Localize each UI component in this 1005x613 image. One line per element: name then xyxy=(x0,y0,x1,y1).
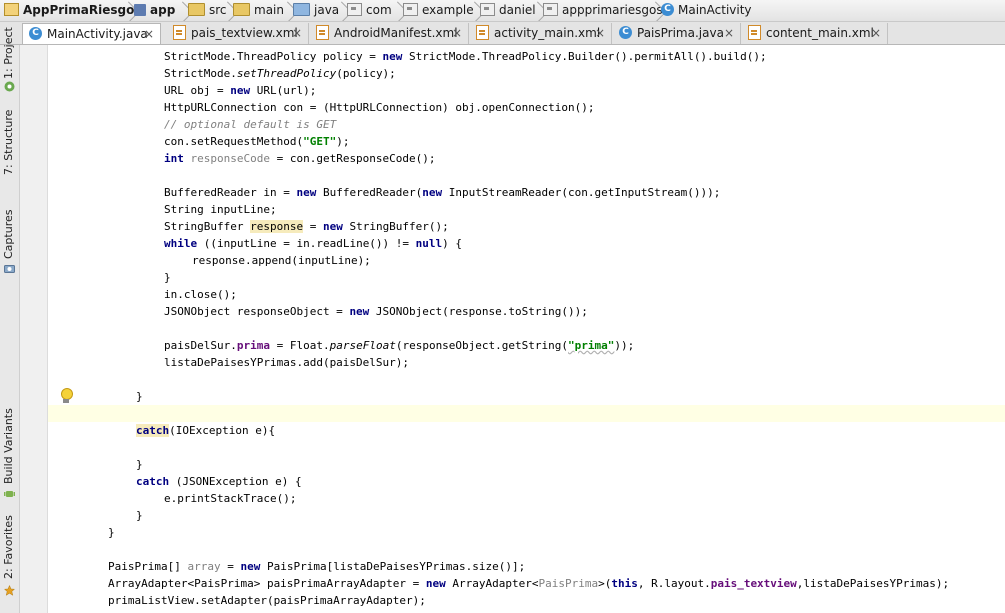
code-line: response.append(inputLine); xyxy=(192,254,371,267)
camera-icon xyxy=(4,265,15,273)
code-line: StringBuffer response = new StringBuffer… xyxy=(164,220,449,233)
code-line: BufferedReader in = new BufferedReader(n… xyxy=(164,186,721,199)
package-icon xyxy=(403,3,418,16)
class-icon: C xyxy=(619,26,632,39)
project-icon xyxy=(4,3,19,16)
close-icon[interactable]: × xyxy=(724,23,734,43)
code-line: } xyxy=(164,271,171,284)
chevron-right-icon xyxy=(651,0,661,21)
tab-label: content_main.xml xyxy=(766,26,874,40)
package-icon xyxy=(347,3,362,16)
tab-pais-textview-xml[interactable]: pais_textview.xml × xyxy=(167,23,309,44)
tab-androidmanifest-xml[interactable]: AndroidManifest.xml × xyxy=(310,23,469,44)
lightbulb-icon[interactable] xyxy=(59,388,73,404)
tab-mainactivity-java[interactable]: C MainActivity.java × xyxy=(22,23,161,44)
tab-label: MainActivity.java xyxy=(47,27,148,41)
line-gutter xyxy=(20,45,48,613)
tab-content-main-xml[interactable]: content_main.xml × xyxy=(742,23,888,44)
tab-label: activity_main.xml xyxy=(494,26,601,40)
editor-tab-bar: C MainActivity.java × pais_textview.xml ×… xyxy=(0,22,1005,45)
code-line: while ((inputLine = in.readLine()) != nu… xyxy=(164,237,463,250)
close-icon[interactable]: × xyxy=(144,24,154,44)
code-line: } xyxy=(136,390,143,403)
chevron-right-icon xyxy=(533,0,543,21)
code-line: catch (JSONException e) { xyxy=(136,475,302,488)
xml-file-icon xyxy=(316,25,329,40)
chevron-right-icon xyxy=(393,0,403,21)
package-icon xyxy=(480,3,495,16)
code-line: URL obj = new URL(url); xyxy=(164,84,317,97)
code-line: StrictMode.setThreadPolicy(policy); xyxy=(164,67,396,80)
folder-icon xyxy=(188,3,205,16)
code-editor[interactable]: StrictMode.ThreadPolicy policy = new Str… xyxy=(48,45,1005,613)
xml-file-icon xyxy=(173,25,186,40)
breadcrumb-item-app[interactable]: app xyxy=(134,0,175,21)
tab-label: PaisPrima.java xyxy=(637,26,724,40)
chevron-right-icon xyxy=(124,0,134,21)
code-line: e.printStackTrace(); xyxy=(164,492,297,505)
close-icon[interactable]: × xyxy=(871,23,881,43)
chevron-right-icon xyxy=(470,0,480,21)
code-line: } xyxy=(136,458,143,471)
class-icon: C xyxy=(29,27,42,40)
code-line: } xyxy=(136,509,143,522)
breadcrumb-label: app xyxy=(150,3,176,17)
tool-structure[interactable]: 7: Structure xyxy=(0,105,19,177)
close-icon[interactable]: × xyxy=(595,23,605,43)
chevron-right-icon xyxy=(223,0,233,21)
breadcrumb: AppPrimaRiesgos app src main java com ex… xyxy=(0,0,1005,22)
tab-label: AndroidManifest.xml xyxy=(334,26,458,40)
code-line: String inputLine; xyxy=(164,203,277,216)
breadcrumb-item-com[interactable]: com xyxy=(347,0,392,21)
tool-label: Build Variants xyxy=(2,408,15,484)
tool-label: 1: Project xyxy=(2,27,15,79)
close-icon[interactable]: × xyxy=(452,23,462,43)
code-line: StrictMode.ThreadPolicy policy = new Str… xyxy=(164,50,767,63)
breadcrumb-label: MainActivity xyxy=(678,3,752,17)
source-folder-icon xyxy=(293,3,310,16)
chevron-right-icon xyxy=(337,0,347,21)
tool-window-strip: 1: Project 7: Structure Captures Build V… xyxy=(0,27,20,613)
code-line: catch(IOException e){ xyxy=(136,424,276,437)
code-line: } xyxy=(108,526,115,539)
code-line: HttpURLConnection con = (HttpURLConnecti… xyxy=(164,101,595,114)
code-line: paisDelSur.prima = Float.parseFloat(resp… xyxy=(164,339,635,352)
chevron-right-icon xyxy=(283,0,293,21)
code-line: con.setRequestMethod("GET"); xyxy=(164,135,350,148)
folder-icon xyxy=(233,3,250,16)
android-icon xyxy=(4,491,15,497)
android-project-icon xyxy=(4,81,15,92)
tab-label: pais_textview.xml xyxy=(191,26,298,40)
code-line: primaListView.setAdapter(paisPrimaArrayA… xyxy=(108,594,426,607)
breadcrumb-item-example[interactable]: example xyxy=(403,0,474,21)
tool-build-variants[interactable]: Build Variants xyxy=(0,400,19,510)
tab-activity-main-xml[interactable]: activity_main.xml × xyxy=(470,23,612,44)
code-line: PaisPrima[] array = new PaisPrima[listaD… xyxy=(108,560,526,573)
code-line: int responseCode = con.getResponseCode()… xyxy=(164,152,436,165)
breadcrumb-item-mainactivity[interactable]: C MainActivity xyxy=(661,0,752,21)
class-icon: C xyxy=(661,3,674,16)
code-line: JSONObject responseObject = new JSONObje… xyxy=(164,305,588,318)
xml-file-icon xyxy=(748,25,761,40)
tool-label: Captures xyxy=(2,209,15,259)
code-line: // optional default is GET xyxy=(164,118,337,131)
tool-project[interactable]: 1: Project xyxy=(0,27,19,95)
chevron-right-icon xyxy=(178,0,188,21)
breadcrumb-item-main[interactable]: main xyxy=(233,0,284,21)
module-icon xyxy=(134,3,146,16)
close-icon[interactable]: × xyxy=(292,23,302,43)
tool-label: 2: Favorites xyxy=(2,515,15,579)
code-line: ArrayAdapter<PaisPrima> paisPrimaArrayAd… xyxy=(108,577,950,590)
current-code-line xyxy=(48,405,1005,422)
breadcrumb-item-appprimariesgos[interactable]: appprimariesgos xyxy=(543,0,663,21)
star-icon xyxy=(4,585,15,596)
tool-captures[interactable]: Captures xyxy=(0,205,19,277)
package-icon xyxy=(543,3,558,16)
code-line: listaDePaisesYPrimas.add(paisDelSur); xyxy=(164,356,410,369)
tab-paisprima-java[interactable]: C PaisPrima.java × xyxy=(613,23,741,44)
xml-file-icon xyxy=(476,25,489,40)
tool-label: 7: Structure xyxy=(2,109,15,175)
code-line: in.close(); xyxy=(164,288,237,301)
tool-favorites[interactable]: 2: Favorites xyxy=(0,515,19,613)
